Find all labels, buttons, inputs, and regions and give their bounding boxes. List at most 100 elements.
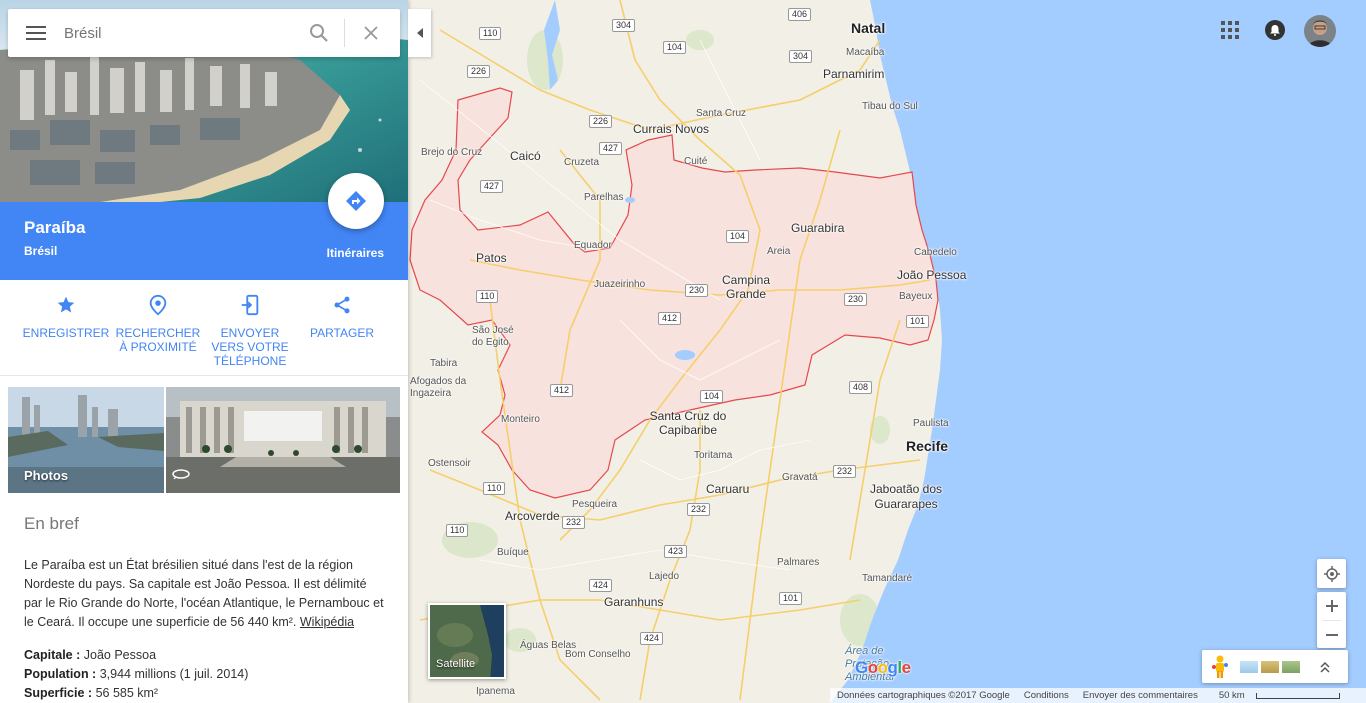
map-label-tabira[interactable]: Tabira — [430, 358, 457, 369]
collapse-panel-button[interactable] — [408, 9, 431, 57]
my-location-button[interactable] — [1317, 559, 1346, 588]
map-label-tamandare[interactable]: Tamandaré — [862, 573, 912, 584]
map-label-caruaru[interactable]: Caruaru — [706, 482, 749, 496]
notifications-button[interactable] — [1265, 20, 1285, 40]
zoom-out-button[interactable] — [1317, 621, 1346, 649]
apps-button[interactable] — [1221, 21, 1239, 44]
map-label-arcoverde[interactable]: Arcoverde — [505, 509, 560, 523]
account-avatar[interactable] — [1304, 15, 1336, 47]
map-label-cruzeta[interactable]: Cruzeta — [564, 157, 599, 168]
zoom-in-button[interactable] — [1317, 592, 1346, 620]
photos-label: Photos — [24, 468, 69, 483]
map-label-monteiro[interactable]: Monteiro — [501, 414, 540, 425]
search-input[interactable] — [64, 24, 294, 42]
save-button[interactable]: ENREGISTRER — [20, 280, 112, 375]
highway-shield: 412 — [658, 312, 682, 325]
map-label-pesqueira[interactable]: Pesqueira — [572, 499, 617, 510]
scale-bar-line — [1255, 692, 1340, 699]
map-label-buique[interactable]: Buíque — [497, 547, 529, 558]
map-label-natal[interactable]: Natal — [851, 20, 885, 36]
highway-shield: 427 — [599, 142, 623, 155]
close-icon — [364, 26, 378, 40]
satellite-toggle[interactable]: Satellite — [428, 603, 506, 679]
map-label-currais-novos[interactable]: Currais Novos — [633, 122, 709, 136]
map-label-areia[interactable]: Areia — [767, 246, 790, 257]
map-label-palmares[interactable]: Palmares — [777, 557, 819, 568]
highway-shield: 104 — [700, 390, 724, 403]
highway-shield: 230 — [685, 284, 709, 297]
map-label-campina-grande[interactable]: Campina Grande — [720, 273, 772, 301]
search-button[interactable] — [294, 9, 344, 57]
map-label-parnamirim[interactable]: Parnamirim — [823, 67, 884, 81]
map-label-parelhas[interactable]: Parelhas — [584, 192, 623, 203]
wikipedia-link[interactable]: Wikipédia — [300, 615, 354, 629]
scale-label: 50 km — [1218, 690, 1245, 701]
fact-value: João Pessoa — [83, 648, 157, 662]
chevron-double-up-icon — [1320, 661, 1330, 673]
map-label-afogados-da-ingazeira[interactable]: Afogados da Ingazeira — [410, 376, 470, 400]
map-label-aguas-belas[interactable]: Águas Belas — [520, 640, 576, 651]
fact-area: Superficie : 56 585 km² — [24, 684, 384, 703]
highway-shield: 427 — [480, 180, 504, 193]
nearby-label: RECHERCHER À PROXIMITÉ — [115, 326, 201, 354]
nearby-button[interactable]: RECHERCHER À PROXIMITÉ — [112, 280, 204, 375]
map-label-toritama[interactable]: Toritama — [694, 450, 732, 461]
map-label-patos[interactable]: Patos — [476, 251, 507, 265]
apps-grid-icon — [1221, 21, 1239, 39]
map-label-sao-jose-do-egito[interactable]: São José do Egito — [472, 325, 518, 349]
photo-building — [166, 387, 400, 493]
search-icon — [310, 24, 328, 42]
map-label-ipanema[interactable]: Ipanema — [476, 686, 515, 697]
map-label-caico[interactable]: Caicó — [510, 149, 541, 163]
scale-bar[interactable]: 50 km — [1205, 690, 1347, 701]
map-label-cabedelo[interactable]: Cabedelo — [914, 247, 957, 258]
share-button[interactable]: PARTAGER — [296, 280, 388, 375]
expand-layers-button[interactable] — [1320, 661, 1330, 673]
overview-text: Le Paraíba est un État brésilien situé d… — [24, 556, 384, 632]
map-label-brejo-do-cruz[interactable]: Brejo do Cruz — [421, 147, 482, 158]
layer-thumb-imagery[interactable] — [1261, 660, 1279, 673]
highway-shield: 412 — [550, 384, 574, 397]
menu-button[interactable] — [8, 9, 64, 57]
map-label-gravata[interactable]: Gravatá — [782, 472, 818, 483]
map-label-bayeux[interactable]: Bayeux — [899, 291, 932, 302]
map-label-cuite[interactable]: Cuité — [684, 156, 707, 167]
send-to-phone-icon — [241, 294, 259, 316]
map-label-juazeirinho[interactable]: Juazeirinho — [594, 279, 645, 290]
photos-thumbnail[interactable]: Photos — [8, 387, 164, 493]
map-label-joao-pessoa[interactable]: João Pessoa — [897, 268, 966, 282]
pegman-button[interactable] — [1210, 655, 1230, 679]
map-label-santa-cruz-do-capibaribe[interactable]: Santa Cruz do Capibaribe — [648, 409, 728, 437]
directions-label[interactable]: Itinéraires — [327, 246, 384, 260]
directions-button[interactable] — [328, 173, 384, 229]
map-label-ostensoir[interactable]: Ostensoir — [428, 458, 471, 469]
fact-label: Population : — [24, 667, 97, 681]
highway-shield: 104 — [726, 230, 750, 243]
highway-shield: 226 — [467, 65, 491, 78]
feedback-link[interactable]: Envoyer des commentaires — [1076, 690, 1205, 701]
map-label-recife[interactable]: Recife — [906, 438, 948, 454]
map-label-equador[interactable]: Equador — [574, 240, 612, 251]
terms-link[interactable]: Conditions — [1017, 690, 1076, 701]
map-label-jaboatao-dos-guararapes[interactable]: Jaboatão dos Guararapes — [866, 482, 946, 512]
map-label-paulista[interactable]: Paulista — [913, 418, 949, 429]
map-label-guarabira[interactable]: Guarabira — [791, 221, 844, 235]
highway-shield: 424 — [640, 632, 664, 645]
street-view-thumbnail[interactable] — [166, 387, 400, 493]
map-label-santa-cruz[interactable]: Santa Cruz — [696, 108, 746, 119]
clear-search-button[interactable] — [345, 9, 397, 57]
map-label-lajedo[interactable]: Lajedo — [649, 571, 679, 582]
map-label-macaiba[interactable]: Macaíba — [846, 47, 884, 58]
highway-shield: 423 — [664, 545, 688, 558]
send-to-phone-button[interactable]: ENVOYER VERS VOTRE TÉLÉPHONE — [204, 280, 296, 375]
highway-shield: 408 — [849, 381, 873, 394]
place-panel: Paraíba Brésil Itinéraires ENREGISTRER — [0, 0, 408, 703]
map-label-tibau-do-sul[interactable]: Tibau do Sul — [862, 101, 918, 112]
layer-thumb-green[interactable] — [1282, 660, 1300, 673]
layer-thumb-terrain[interactable] — [1240, 660, 1258, 673]
directions-icon — [346, 191, 366, 211]
highway-shield: 424 — [589, 579, 613, 592]
fact-population: Population : 3,944 millions (1 juil. 201… — [24, 665, 384, 684]
map-label-garanhuns[interactable]: Garanhuns — [604, 595, 663, 609]
map-data-attribution: Données cartographiques ©2017 Google — [837, 690, 1010, 701]
